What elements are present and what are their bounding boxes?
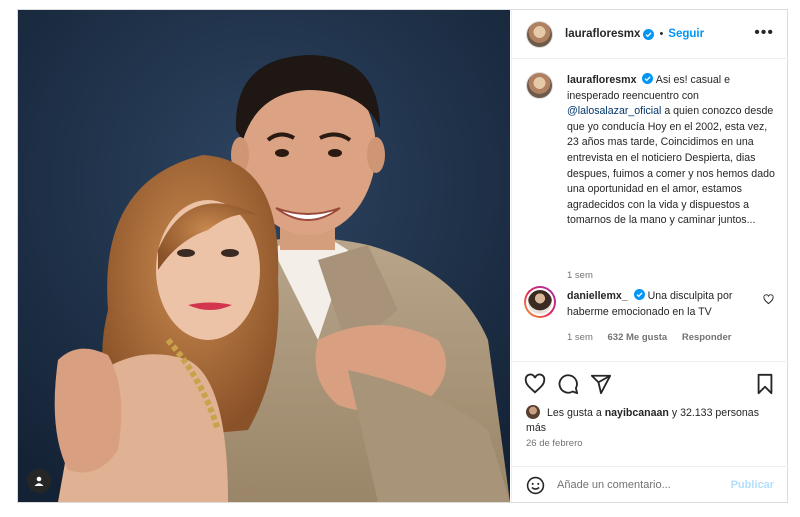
comment-avatar[interactable] (524, 286, 556, 318)
more-horizontal-icon[interactable]: ••• (754, 25, 774, 41)
post-header: laurafloresmx • Seguir ••• (512, 10, 788, 59)
post-username[interactable]: laurafloresmx (565, 28, 640, 40)
comments-list: laurafloresmx Asi es! casual e inesperad… (512, 60, 788, 360)
user-tag-button[interactable] (27, 469, 51, 493)
paper-plane-icon[interactable] (590, 373, 612, 395)
caption-body-end: a quien conozco desde que yo conducía Ho… (567, 105, 775, 227)
comment-time[interactable]: 1 sem (567, 332, 593, 343)
separator-dot: • (659, 28, 664, 40)
comment-meta: 1 sem 632 Me gusta Responder (567, 332, 731, 343)
comment-username[interactable]: daniellemx_ (567, 290, 628, 302)
photo-illustration (18, 10, 510, 502)
add-comment-bar: Publicar (512, 466, 788, 502)
heart-icon[interactable] (524, 373, 546, 395)
follow-button[interactable]: Seguir (668, 28, 704, 40)
caption-mention-link[interactable]: @lalosalazar_oficial (567, 105, 661, 117)
smiley-icon[interactable] (526, 476, 545, 495)
liker-username[interactable]: nayibcanaan (605, 407, 669, 419)
user-tag-icon (34, 476, 44, 486)
reply-button[interactable]: Responder (682, 332, 732, 343)
liker-avatar[interactable] (526, 405, 540, 419)
post-photo[interactable] (18, 10, 510, 502)
likes-prefix: Les gusta a (546, 407, 602, 419)
caption-time[interactable]: 1 sem (567, 270, 593, 281)
bookmark-icon[interactable] (754, 373, 776, 395)
comment-text: daniellemx_ Una disculpita por haberme e… (567, 289, 757, 320)
post-sidebar: laurafloresmx • Seguir ••• laurafloresmx… (511, 10, 788, 502)
caption-text: laurafloresmx Asi es! casual e inesperad… (567, 73, 777, 229)
likes-summary: Les gusta a nayibcanaan y 32.133 persona… (526, 405, 776, 436)
verified-badge-icon (633, 289, 645, 300)
comment-like-heart-icon[interactable] (763, 294, 774, 305)
action-bar (512, 361, 788, 405)
comment-bubble-icon[interactable] (557, 373, 579, 395)
publish-button[interactable]: Publicar (731, 479, 774, 491)
caption-username[interactable]: laurafloresmx (567, 74, 636, 86)
instagram-post-modal: laurafloresmx • Seguir ••• laurafloresmx… (17, 9, 788, 503)
verified-badge-icon (642, 73, 654, 84)
post-date: 26 de febrero (526, 438, 583, 449)
avatar[interactable] (526, 20, 553, 48)
verified-badge-icon (643, 28, 655, 40)
comment-like-count[interactable]: 632 Me gusta (608, 332, 668, 343)
caption-avatar[interactable] (526, 72, 553, 99)
comment-input[interactable] (557, 475, 722, 495)
